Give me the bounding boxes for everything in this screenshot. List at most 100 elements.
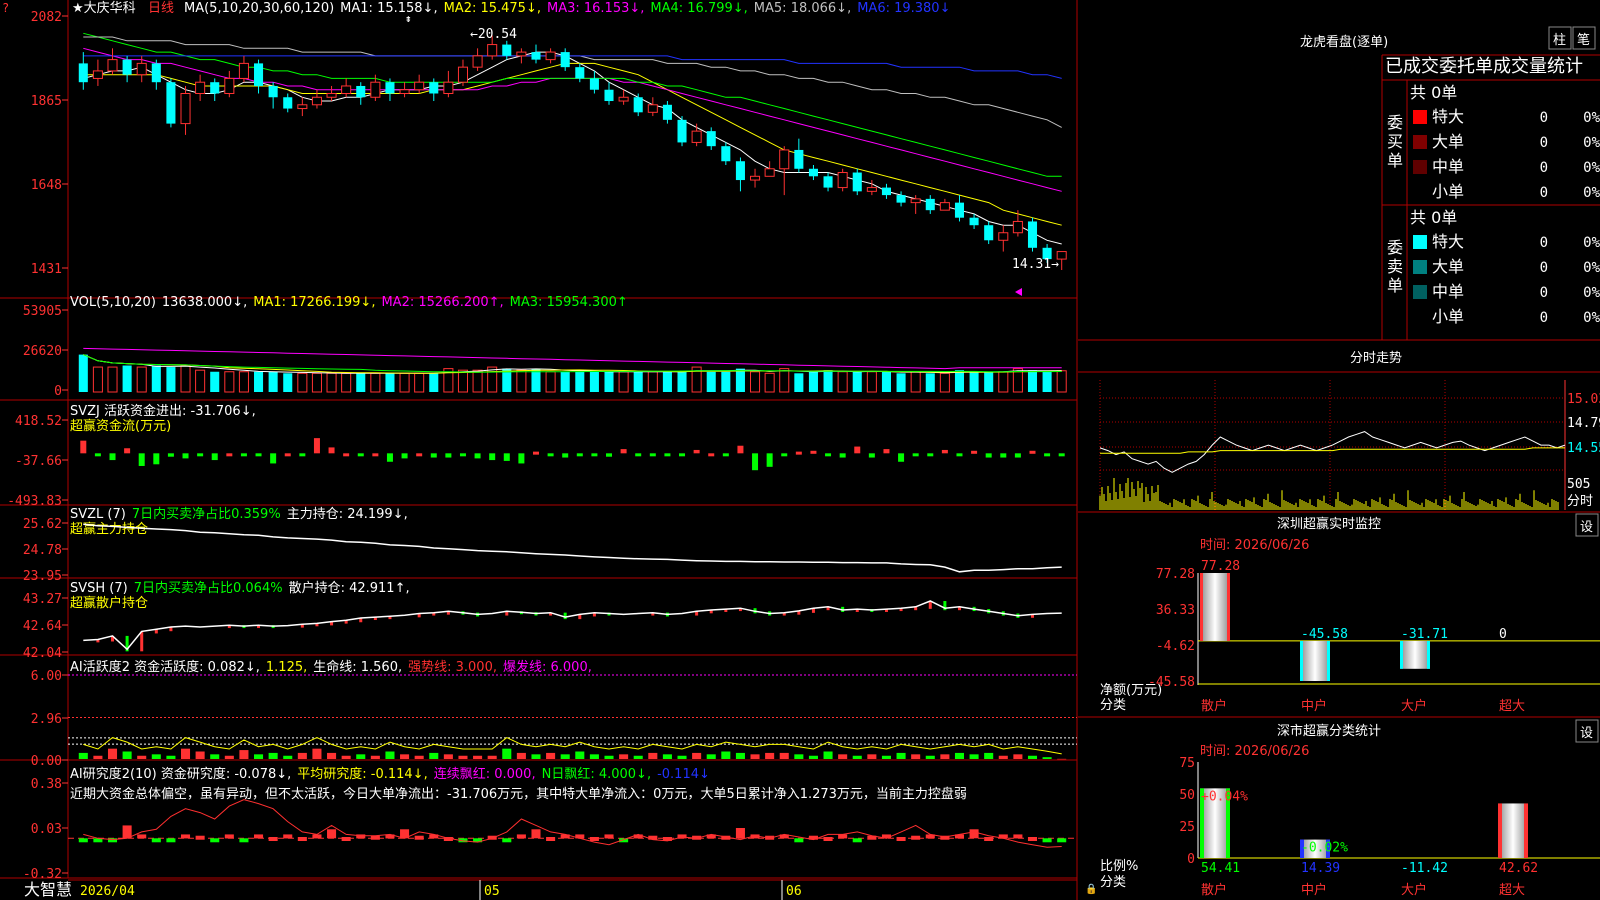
svzj-tick-label: -493.83 xyxy=(7,494,62,509)
ai1-bar xyxy=(692,752,702,759)
ma-header-item: MA1: 15.158↓, xyxy=(340,1,437,16)
volume-bar-down xyxy=(662,371,672,392)
candle-body-down xyxy=(969,217,979,226)
ai1-bar xyxy=(823,751,833,759)
volume-bar-up xyxy=(618,371,629,393)
volume-bar-up xyxy=(399,372,410,393)
ai2-bar xyxy=(414,835,424,840)
period-label: 日线 xyxy=(148,1,174,16)
ai2-tick-label: 0.03 xyxy=(31,822,62,837)
candle-body-up xyxy=(443,81,454,94)
ai1-bar xyxy=(239,750,249,759)
ai1-bar xyxy=(312,748,322,759)
ai2-bar xyxy=(151,838,161,843)
ai2-bar xyxy=(254,834,264,839)
ai1-bar xyxy=(896,752,906,759)
ai2-bar xyxy=(297,837,307,841)
sell-row-value: 0 xyxy=(1540,260,1548,276)
ma-header-item: MA5: 18.066↓, xyxy=(754,1,851,16)
candle-body-up xyxy=(238,62,249,79)
ai2-bar xyxy=(1027,837,1038,841)
svzj-bar xyxy=(459,453,466,457)
candle-body-up xyxy=(195,81,206,94)
volume-bar-up xyxy=(136,366,147,393)
ai1-bar xyxy=(195,751,205,759)
ai1-bar xyxy=(940,754,950,759)
volume-bar-up xyxy=(414,372,425,393)
candle-body-down xyxy=(794,149,804,169)
monitor-bar-label: -31.71 xyxy=(1401,627,1448,642)
classify-category: 大户 xyxy=(1401,882,1427,898)
ai1-tick-label: 2.96 xyxy=(31,712,62,727)
svzj-bar xyxy=(868,453,875,458)
classify-category: 超大 xyxy=(1499,883,1525,898)
volume-bar-down xyxy=(706,371,716,392)
volume-bar-down xyxy=(151,365,161,392)
buy-row-value: 0 xyxy=(1540,110,1548,126)
ai1-bar xyxy=(633,755,643,759)
svzj-bar xyxy=(94,453,101,457)
svzj-bar xyxy=(445,453,452,458)
classify-category: 散户 xyxy=(1201,882,1227,898)
svzj-bar xyxy=(299,453,306,457)
monitor-bar-edge xyxy=(1327,640,1330,681)
classify-title: 深市超赢分类统计 xyxy=(1277,723,1381,739)
dragon-title: 龙虎看盘(逐单) xyxy=(1300,34,1388,50)
ai1-bar xyxy=(969,754,979,759)
candle-body-down xyxy=(925,198,935,211)
ai1-bar xyxy=(604,755,614,759)
stats-title: 已成交委托单成交量统计 xyxy=(1385,56,1583,77)
ai1-bar xyxy=(589,754,599,759)
svzj-bar xyxy=(766,453,773,467)
volume-bar-down xyxy=(677,371,687,392)
monitor-category: 中户 xyxy=(1301,698,1327,714)
svzj-bar xyxy=(197,453,204,457)
candle-body-up xyxy=(998,232,1009,241)
svzj-bar xyxy=(518,453,525,464)
monitor-bar-label: -45.58 xyxy=(1301,627,1348,642)
ai1-bar xyxy=(1013,754,1023,759)
vol-tick-label: 26620 xyxy=(23,344,62,359)
volume-bar-up xyxy=(326,372,337,393)
candle-body-up xyxy=(414,81,425,91)
classify-settings-label: 设 xyxy=(1580,726,1593,741)
ma-header-item: MA(5,10,20,30,60,120) xyxy=(184,1,334,16)
candle-body-up xyxy=(910,198,921,204)
candle-body-down xyxy=(954,202,965,218)
intraday-axis-label: 15.03 xyxy=(1567,392,1600,407)
ai1-bar xyxy=(662,754,672,759)
vol-ma2-line xyxy=(83,347,1062,370)
candle-body-up xyxy=(516,51,527,57)
vol-header-item: MA1: 17266.199↓, xyxy=(253,295,375,310)
buy-swatch xyxy=(1413,110,1427,124)
ai2-bar xyxy=(546,837,556,841)
ai2-tick-label: 0.38 xyxy=(31,777,62,792)
classify-bar-label: +0.04% xyxy=(1201,789,1248,804)
sell-swatch xyxy=(1413,285,1427,299)
svzl-header-item: 主力持仓: 24.199↓, xyxy=(287,507,408,522)
buy-row-value: 0 xyxy=(1540,185,1548,201)
svzj-bar xyxy=(825,453,832,457)
intraday-axis-label: 14.55 xyxy=(1567,441,1600,456)
svsh-header-item: 散户持仓: 42.911↑, xyxy=(289,580,410,596)
svzj-bar xyxy=(226,453,233,457)
monitor-bar xyxy=(1400,640,1430,669)
sell-row-value: 0 xyxy=(1540,285,1548,301)
ai1-bar xyxy=(341,755,351,759)
buy-row-label: 中单 xyxy=(1432,157,1464,176)
volume-bar-down xyxy=(925,373,935,392)
svzj-bar xyxy=(679,453,686,457)
ai1-header-item: 生命线: 1.560, xyxy=(313,659,402,675)
svzj-bar xyxy=(357,453,364,457)
svzj-bar xyxy=(708,453,715,457)
svzj-bar xyxy=(284,453,291,457)
volume-bar-up xyxy=(370,372,381,393)
classify-category: 中户 xyxy=(1301,882,1327,898)
ai2-bar xyxy=(516,834,526,839)
volume-bar-down xyxy=(823,370,833,392)
candle-body-down xyxy=(575,67,585,79)
ai1-bar xyxy=(867,754,877,759)
candle-body-up xyxy=(136,62,147,76)
svzj-bar xyxy=(547,453,554,457)
candle-body-up xyxy=(647,104,658,113)
